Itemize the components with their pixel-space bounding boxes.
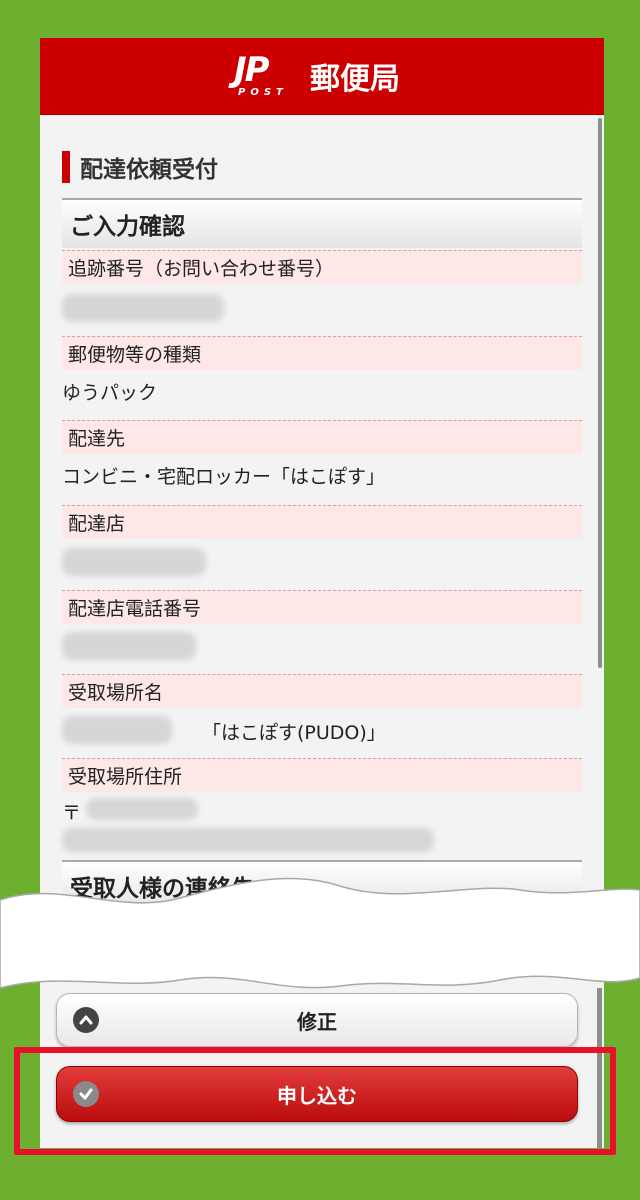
redacted-office-phone (62, 632, 196, 660)
logo-mark: JP (234, 50, 270, 90)
app-title: 郵便局 (310, 62, 400, 97)
field-value-mail-type: ゆうパック (62, 382, 158, 404)
redacted-pickup-place (62, 716, 172, 744)
chevron-up-icon (73, 1007, 99, 1033)
japan-post-logo[interactable]: JP POST 郵便局 (230, 50, 400, 102)
scrollbar[interactable] (598, 118, 602, 668)
logo-sub: POST (238, 87, 288, 98)
field-label-tracking-number: 追跡番号（お問い合わせ番号） (62, 250, 582, 284)
redacted-address (62, 828, 434, 852)
field-label-office-phone: 配達店電話番号 (62, 590, 582, 624)
redacted-tracking-number (62, 294, 224, 322)
confirm-heading: ご入力確認 (62, 198, 582, 248)
field-label-pickup-place-name: 受取場所名 (62, 674, 582, 708)
redacted-delivery-office (62, 548, 206, 576)
app-header: JP POST 郵便局 (40, 38, 604, 115)
field-label-mail-type: 郵便物等の種類 (62, 336, 582, 370)
redacted-postal-code (86, 798, 198, 820)
field-label-destination: 配達先 (62, 420, 582, 454)
field-label-delivery-office: 配達店 (62, 505, 582, 539)
section-title-text: 配達依頼受付 (80, 157, 218, 183)
field-label-pickup-address: 受取場所住所 (62, 758, 582, 792)
field-value-postal-mark: 〒 (62, 802, 82, 824)
field-value-pickup-place-name: 「はこぽす(PUDO)」 (202, 722, 386, 744)
section-accent-bar (62, 151, 70, 183)
torn-page-divider (0, 877, 640, 989)
jp-post-mark: JP POST (230, 50, 300, 102)
apply-button-highlight (14, 1047, 616, 1155)
section-title: 配達依頼受付 (62, 150, 218, 184)
field-value-destination: コンビニ・宅配ロッカー「はこぽす」 (62, 466, 386, 488)
